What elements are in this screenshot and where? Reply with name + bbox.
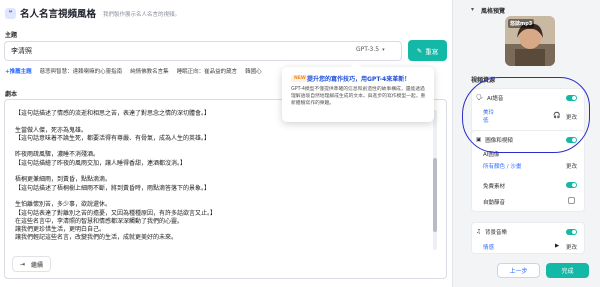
music-label: 背景音樂	[484, 230, 507, 236]
preview-overlay-text: 悠誌mp3	[508, 19, 535, 28]
style-preview-image: 悠誌mp3	[505, 16, 555, 66]
music-toggle[interactable]	[566, 229, 577, 235]
done-button[interactable]: 完成	[546, 263, 589, 278]
page-title: 名人名言視頻風格	[20, 9, 97, 20]
chevron-down-icon: ▾	[471, 6, 475, 13]
tooltip-title: 提升您的寫作技巧，用GPT-4來革新！	[307, 76, 411, 83]
recommend-topics-button[interactable]: +推薦主題	[5, 67, 32, 75]
music-row: ♫ 背景音樂	[476, 228, 507, 236]
music-change-button[interactable]: 更改	[566, 243, 577, 251]
topic-chip[interactable]: 睡眠正向：崔品益的箴言	[177, 67, 238, 75]
play-icon[interactable]: ▶	[555, 243, 559, 249]
quote-icon: ❝	[5, 7, 16, 19]
topic-chip[interactable]: 韓國心	[245, 67, 262, 75]
tooltip-body: GPT-4模型不僅提供準確的信息和創造性的故事構成，還能透過理解語境自然地理解成…	[291, 87, 426, 106]
ai-image-value: 所有顏色 / 沙畫	[483, 164, 522, 170]
model-select[interactable]: GPT-3.5 ▾	[356, 46, 385, 53]
style-preview-label: 風格預覽	[481, 8, 506, 15]
page-subtitle: 我們製作展示名人名言的視頻。	[103, 12, 181, 18]
continue-button-label: 繼續	[31, 261, 44, 269]
free-material-label: 免費素材	[483, 184, 506, 190]
topic-value: 李清照	[11, 47, 32, 55]
previous-step-button[interactable]: 上一步	[497, 263, 540, 278]
auto-dub-checkbox[interactable]	[568, 197, 575, 204]
topic-label: 主題	[5, 32, 18, 39]
hand-drawn-annotation-circle	[462, 77, 590, 153]
auto-dub-label: 自動靜音	[483, 200, 506, 206]
scrollbar-thumb[interactable]	[433, 158, 437, 232]
chevron-down-icon: ▾	[382, 47, 385, 53]
script-scrollbar[interactable]	[433, 110, 437, 250]
arrow-right-icon: ⇥	[20, 260, 26, 268]
topic-input[interactable]	[4, 41, 402, 61]
model-select-value: GPT-3.5	[356, 46, 380, 53]
gpt4-promo-tooltip: NEW 提升您的寫作技巧，用GPT-4來革新！ GPT-4模型不僅提供準確的信息…	[282, 61, 434, 122]
free-material-toggle[interactable]	[566, 182, 577, 188]
script-text: 【這句話描述了情感的流逝和相思之苦，表達了對思念之情的深切體會。】 生當做人傑，…	[15, 110, 217, 242]
rewrite-button[interactable]: ✎ 重寫	[408, 40, 447, 61]
page-header: ❝ 名人名言視頻風格 我們製作展示名人名言的視頻。	[5, 6, 180, 20]
script-label: 劇本	[5, 91, 18, 98]
image-change-button[interactable]: 更改	[566, 162, 577, 170]
music-icon: ♫	[476, 229, 481, 235]
topic-chip[interactable]: 慈悲與智慧：達賴喇嘛的心靈指南	[40, 67, 123, 75]
topic-chip[interactable]: 純情佛教名言集	[130, 67, 169, 75]
recommended-topics: +推薦主題 慈悲與智慧：達賴喇嘛的心靈指南 純情佛教名言集 睡眠正向：崔品益的箴…	[5, 67, 262, 75]
edit-icon: ✎	[416, 46, 423, 55]
continue-button[interactable]: ⇥ 繼續	[12, 256, 52, 272]
rewrite-button-label: 重寫	[425, 47, 439, 56]
music-value: 情感	[483, 245, 495, 251]
